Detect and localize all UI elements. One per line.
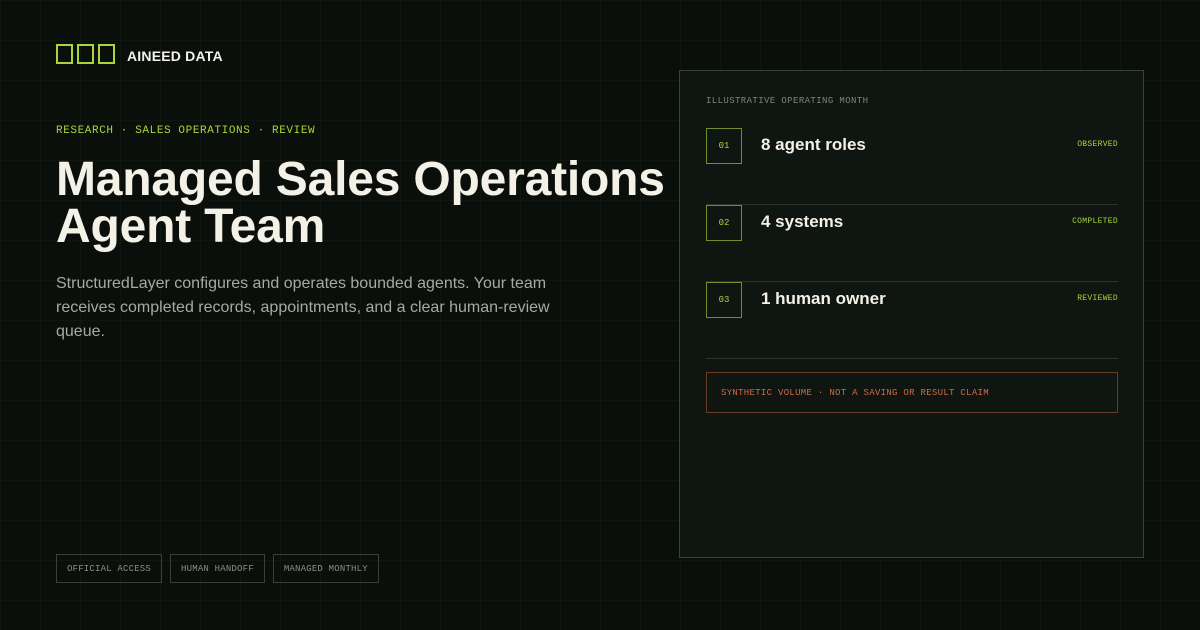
tag-human-handoff: HUMAN HANDOFF [170, 554, 265, 583]
logo-box-icon [77, 44, 94, 64]
tag-official-access: OFFICIAL ACCESS [56, 554, 163, 583]
tag-list: OFFICIAL ACCESS HUMAN HANDOFF MANAGED MO… [56, 554, 379, 583]
eyebrow: RESEARCH · SALES OPERATIONS · REVIEW [56, 125, 316, 137]
metric-number: 03 [706, 282, 742, 318]
brand-name: AINEED DATA [127, 48, 223, 64]
metric-row: 03 1 human owner REVIEWED [706, 282, 1118, 359]
panel-title: ILLUSTRATIVE OPERATING MONTH [706, 96, 869, 106]
page-subtitle: StructuredLayer configures and operates … [56, 275, 550, 340]
brand[interactable]: AINEED DATA [56, 44, 223, 64]
logo-box-icon [98, 44, 115, 64]
metric-row: 01 8 agent roles OBSERVED [706, 128, 1118, 205]
metric-number: 02 [706, 205, 742, 241]
brand-logo-icon [56, 44, 115, 64]
metric-number: 01 [706, 128, 742, 164]
metric-status: COMPLETED [1072, 217, 1118, 226]
tag-managed-monthly: MANAGED MONTHLY [272, 554, 379, 583]
metric-label: 4 systems [761, 212, 844, 231]
metric-label: 8 agent roles [761, 135, 866, 154]
logo-box-icon [56, 44, 73, 64]
metric-status: REVIEWED [1077, 294, 1118, 303]
metric-status: OBSERVED [1077, 140, 1118, 149]
page-title: Managed Sales Operations Agent Team [56, 153, 665, 253]
operating-month-panel: ILLUSTRATIVE OPERATING MONTH 01 8 agent … [679, 70, 1144, 558]
disclaimer-notice: SYNTHETIC VOLUME · NOT A SAVING OR RESUL… [706, 372, 1118, 413]
metric-row: 02 4 systems COMPLETED [706, 205, 1118, 282]
metric-label: 1 human owner [761, 289, 886, 308]
